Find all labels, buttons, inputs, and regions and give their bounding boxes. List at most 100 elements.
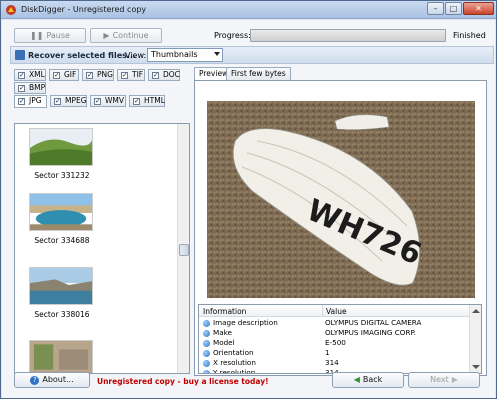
close-icon: ✕ [475,4,482,13]
scrollbar-thumb[interactable] [179,244,189,256]
progress-bar [250,29,446,42]
tab-label: WMV [105,96,125,105]
about-label: About... [42,375,74,384]
file-list-panel: XML GIF PNG TIF DOC BMP JPG MPEG WMV HTM… [14,67,190,378]
tab-gif[interactable]: GIF [49,69,79,81]
checkbox-icon [121,70,128,80]
progress-fill [251,30,445,41]
checkbox-icon [133,96,140,106]
chevron-down-icon [214,52,220,56]
row-value: 1 [325,348,330,357]
scroll-down-icon[interactable] [472,365,480,369]
column-header-value[interactable]: Value [326,307,347,316]
tab-label: XML [29,70,45,79]
info-scrollbar[interactable] [469,305,481,373]
checkbox-icon [152,70,159,80]
tab-label: DOC [163,70,180,79]
table-row[interactable]: Image description OLYMPUS DIGITAL CAMERA [199,318,471,328]
back-label: Back [362,375,383,384]
thumbnail-list[interactable]: Sector 331232 Sector 334688 Sector 33801… [14,123,190,374]
row-key: Y resolution [213,368,256,374]
unregistered-notice[interactable]: Unregistered copy - buy a license today! [97,377,269,386]
minimize-button[interactable]: – [427,2,444,15]
row-key: Image description [213,318,278,327]
info-icon [203,360,210,367]
column-divider[interactable] [322,305,323,317]
tab-tif[interactable]: TIF [117,69,145,81]
app-logo-icon [6,5,16,15]
tab-label: TIF [132,70,144,79]
row-value: E-500 [325,338,346,347]
view-label: View: [125,51,147,60]
tab-wmv[interactable]: WMV [90,95,126,107]
thumbnail-caption: Sector 338016 [34,310,90,319]
maximize-button[interactable]: □ [445,2,462,15]
thumbnail-image [29,128,93,166]
tab-first-few-bytes[interactable]: First few bytes [226,67,291,80]
table-row[interactable]: Model E-500 [199,338,471,348]
back-button[interactable]: ◀ Back [332,372,404,388]
tab-mpeg[interactable]: MPEG [50,95,87,107]
list-item[interactable] [29,340,95,373]
tab-label: BMP [29,83,46,92]
main-content: ❚❚ Pause ▶ Continue Progress: Finished Rec… [2,20,495,398]
thumbnail-image [29,340,93,373]
checkbox-icon [18,96,25,106]
tab-jpg[interactable]: JPG [14,95,47,108]
row-key: Make [213,328,232,337]
continue-button[interactable]: ▶ Continue [90,28,162,43]
thumbnail-image [29,267,93,305]
recover-button[interactable]: Recover selected files... [15,50,136,60]
table-row[interactable]: Make OLYMPUS IMAGING CORP. [199,328,471,338]
app-window: DiskDigger - Unregistered copy – □ ✕ ❚❚ P… [0,0,497,399]
back-arrow-icon: ◀ [353,375,360,384]
pause-icon: ❚❚ [30,31,44,40]
row-value: 314 [325,358,339,367]
help-icon: ? [30,376,40,385]
title-bar[interactable]: DiskDigger - Unregistered copy – □ ✕ [1,1,496,19]
column-header-information[interactable]: Information [203,307,246,316]
table-row[interactable]: Orientation 1 [199,348,471,358]
checkbox-icon [94,96,101,106]
tab-bmp[interactable]: BMP [14,82,46,94]
row-value: OLYMPUS IMAGING CORP. [325,328,416,337]
tab-doc[interactable]: DOC [148,69,180,81]
row-key: Orientation [213,348,254,357]
tab-label: MPEG [65,96,87,105]
save-icon [15,50,25,60]
thumbnail-scrollbar[interactable] [177,124,189,373]
list-item[interactable]: Sector 334688 [29,193,95,245]
minimize-icon: – [433,4,438,13]
scroll-up-icon[interactable] [472,309,480,313]
continue-label: Continue [112,31,149,40]
preview-panel: Preview First few bytes WH726 Informatio… [194,67,487,378]
list-item[interactable]: Sector 331232 [29,128,95,180]
thumbnail-image [29,193,93,231]
tab-xml[interactable]: XML [14,69,46,81]
tab-label: PNG [97,70,113,79]
info-icon [203,320,210,327]
tab-label: JPG [29,96,42,105]
checkbox-icon [54,96,61,106]
pause-button[interactable]: ❚❚ Pause [14,28,86,43]
recover-label: Recover selected files... [28,51,137,60]
checkbox-icon [86,70,93,80]
table-row[interactable]: X resolution 314 [199,358,471,368]
next-arrow-icon: ▶ [451,375,458,384]
about-button[interactable]: ? About... [14,372,90,388]
view-select[interactable]: Thumbnails [147,48,223,62]
list-item[interactable]: Sector 338016 [29,267,95,319]
next-button[interactable]: Next ▶ [408,372,480,388]
preview-area: WH726 Information Value Image descriptio… [194,80,487,376]
checkbox-icon [18,70,25,80]
row-key: X resolution [213,358,256,367]
tab-html[interactable]: HTML [129,95,165,107]
preview-image: WH726 [207,101,475,298]
close-button[interactable]: ✕ [463,2,494,15]
tab-png[interactable]: PNG [82,69,114,81]
info-icon [203,370,210,373]
info-table[interactable]: Information Value Image description OLYMP… [198,304,482,374]
row-value: OLYMPUS DIGITAL CAMERA [325,318,422,327]
checkbox-icon [18,83,25,93]
play-icon: ▶ [103,31,110,40]
